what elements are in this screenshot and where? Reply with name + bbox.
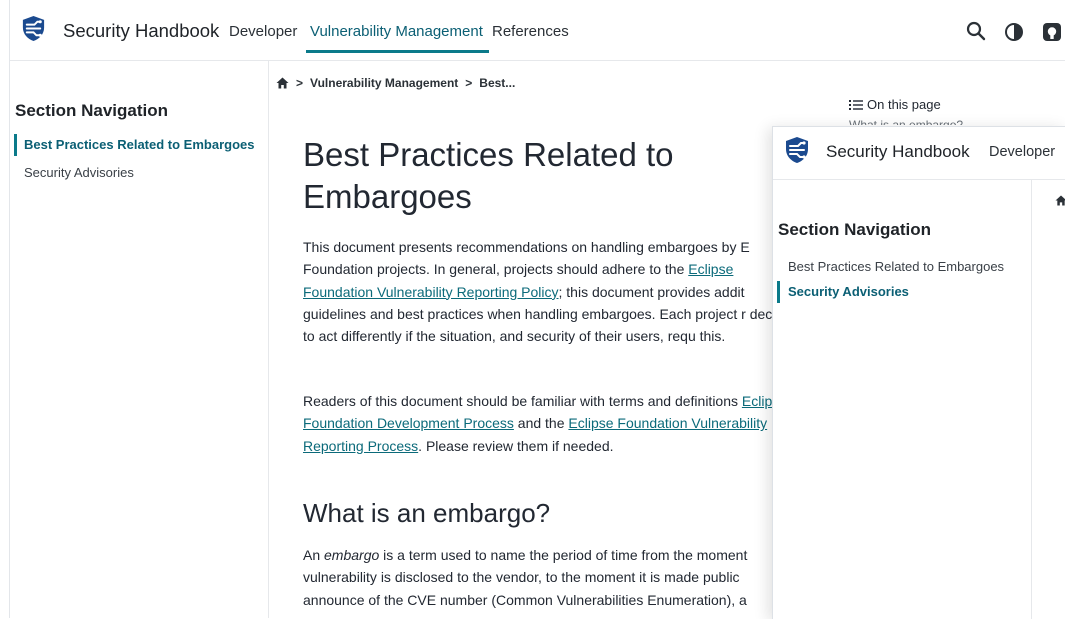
nav-developer[interactable]: Developer (989, 144, 1055, 160)
breadcrumb-separator: > (296, 76, 304, 90)
toc-item-what-is-embargo[interactable]: What is an embargo? (849, 118, 963, 125)
breadcrumb-vulnerability-management[interactable]: Vulnerability Management (310, 76, 458, 90)
overlay-window: Security Handbook Developer Section Navi… (772, 126, 1065, 619)
page-title: Best Practices Related to Embargoes (303, 136, 674, 215)
active-indicator (777, 281, 780, 303)
sidebar-item-embargoes[interactable]: Best Practices Related to Embargoes (24, 137, 254, 152)
sidebar: Section Navigation Best Practices Relate… (10, 61, 269, 618)
breadcrumb: > Vulnerability Management > Best... (276, 76, 515, 90)
paragraph-text: This document presents recommendations o… (303, 239, 750, 278)
search-icon[interactable] (966, 21, 986, 41)
toc-heading: On this page (867, 97, 941, 112)
sidebar-item-embargoes[interactable]: Best Practices Related to Embargoes (788, 259, 1004, 274)
paragraph-text: An (303, 547, 325, 563)
site-title[interactable]: Security Handbook (63, 20, 219, 42)
navbar: Security Handbook Developer Vulnerabilit… (10, 0, 1065, 61)
sidebar: Section Navigation Best Practices Relate… (773, 180, 1032, 619)
nav-developer[interactable]: Developer (229, 23, 297, 40)
list-icon (849, 99, 863, 110)
paragraph-text: Readers of this document should be famil… (303, 393, 742, 409)
sidebar-item-security-advisories[interactable]: Security Advisories (24, 165, 134, 180)
logo-shield-icon[interactable] (20, 15, 47, 42)
home-icon[interactable] (276, 77, 289, 89)
section-navigation-title: Section Navigation (15, 101, 169, 120)
toc-header: On this page (849, 97, 941, 112)
intro-paragraph: This document presents recommendations o… (303, 236, 793, 347)
breadcrumb-current: Best... (479, 76, 516, 90)
theme-toggle-icon[interactable] (1004, 22, 1024, 42)
nav-vulnerability-management[interactable]: Vulnerability Management (306, 23, 489, 53)
paragraph-text: . Please review them if needed. (418, 437, 614, 454)
section-heading-embargo: What is an embargo? (303, 498, 551, 528)
github-icon[interactable] (1042, 22, 1062, 42)
site-title[interactable]: Security Handbook (826, 142, 970, 162)
active-indicator (14, 134, 17, 156)
emphasis-text: embargo (324, 547, 380, 563)
nav-references[interactable]: References (492, 23, 569, 40)
section-navigation-title: Section Navigation (778, 220, 932, 239)
sidebar-item-security-advisories[interactable]: Security Advisories (788, 284, 909, 299)
embargo-paragraph: An embargo is a term used to name the pe… (303, 544, 793, 611)
breadcrumb-separator: > (465, 76, 473, 90)
readers-paragraph: Readers of this document should be famil… (303, 390, 793, 457)
paragraph-text: and the (513, 415, 569, 432)
navbar: Security Handbook Developer (773, 127, 1065, 180)
logo-shield-icon[interactable] (783, 136, 811, 164)
home-icon[interactable] (1055, 195, 1065, 206)
